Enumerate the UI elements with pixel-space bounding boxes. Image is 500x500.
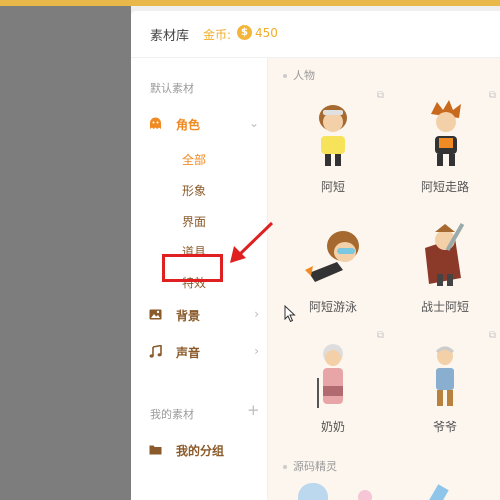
tile-name: 爷爷 (432, 420, 457, 434)
add-material-icon[interactable]: + (247, 401, 260, 419)
category-backgrounds-label: 背景 (176, 309, 201, 323)
subcategory-figure[interactable]: 形象 (182, 182, 206, 199)
annotation-highlight-box (162, 254, 223, 282)
category-characters[interactable]: 角色 ⌄ (149, 115, 261, 135)
material-content: 人物 ⧉ 阿短 ⧉ 阿短走路 阿短游泳 战士阿短 ⧉ 奶奶 ⧉ 爷爷 源码精灵 (268, 58, 500, 500)
group-label-source-sprites: 源码精灵 (283, 458, 337, 474)
sprite-preview (358, 490, 372, 500)
category-characters-label: 角色 (176, 118, 201, 132)
default-materials-label: 默认素材 (150, 82, 194, 95)
character-grandpa-image (435, 346, 455, 406)
category-sounds-label: 声音 (176, 346, 201, 360)
dialog-title: 素材库 (150, 29, 190, 44)
character-ahduan-walking-image (431, 100, 461, 166)
category-my-groups[interactable]: 我的分组 (149, 441, 261, 461)
chevron-right-icon: › (254, 307, 259, 321)
modal-backdrop (0, 6, 131, 500)
material-tile[interactable]: ⧉ 爷爷 (390, 328, 500, 443)
material-library-dialog: 素材库 金币: $ 450 默认素材 角色 ⌄ 全部 形象 界面 道具 特效 背… (131, 11, 500, 500)
character-warrior-ahduan-image (425, 223, 465, 286)
music-note-icon (149, 345, 162, 358)
material-tile[interactable]: ⧉ 奶奶 (278, 328, 388, 443)
mouse-cursor-icon (284, 305, 296, 323)
chevron-down-icon: ⌄ (248, 116, 259, 130)
copy-icon[interactable]: ⧉ (377, 330, 384, 341)
tile-name: 战士阿短 (420, 300, 469, 314)
chevron-right-icon: › (254, 344, 259, 358)
image-icon (149, 309, 162, 320)
dialog-header: 素材库 金币: $ 450 (131, 11, 500, 58)
my-materials-label: 我的素材 (150, 408, 194, 421)
my-groups-label: 我的分组 (176, 444, 225, 458)
tile-name: 阿短 (320, 180, 345, 194)
tile-name: 阿短走路 (420, 180, 469, 194)
annotation-arrow (230, 221, 274, 263)
character-ahduan-image (319, 105, 347, 166)
category-sounds[interactable]: 声音 › (149, 343, 261, 363)
sprite-preview (429, 484, 449, 500)
character-grandma-image (317, 344, 343, 408)
category-sidebar: 默认素材 角色 ⌄ 全部 形象 界面 道具 特效 背景 › 声音 › 我的素材 … (131, 58, 268, 500)
material-tile[interactable]: ⧉ 阿短 (278, 88, 388, 203)
coin-icon: $ (237, 25, 252, 40)
subcategory-all[interactable]: 全部 (182, 151, 206, 168)
copy-icon[interactable]: ⧉ (377, 90, 384, 101)
subcategory-interface[interactable]: 界面 (182, 213, 206, 230)
category-backgrounds[interactable]: 背景 › (149, 306, 261, 326)
copy-icon[interactable]: ⧉ (489, 330, 496, 341)
ghost-character-icon (150, 117, 161, 129)
group-label-people: 人物 (283, 67, 315, 83)
coins-value: 450 (255, 26, 278, 40)
material-tile[interactable]: ⧉ 阿短走路 (390, 88, 500, 203)
coins-label: 金币: (203, 28, 232, 42)
character-ahduan-swimming-image (305, 231, 359, 282)
tile-name: 奶奶 (320, 420, 345, 434)
folder-icon (149, 445, 162, 455)
material-tile[interactable]: 战士阿短 (390, 208, 500, 323)
copy-icon[interactable]: ⧉ (489, 90, 496, 101)
sprite-preview (298, 483, 328, 500)
